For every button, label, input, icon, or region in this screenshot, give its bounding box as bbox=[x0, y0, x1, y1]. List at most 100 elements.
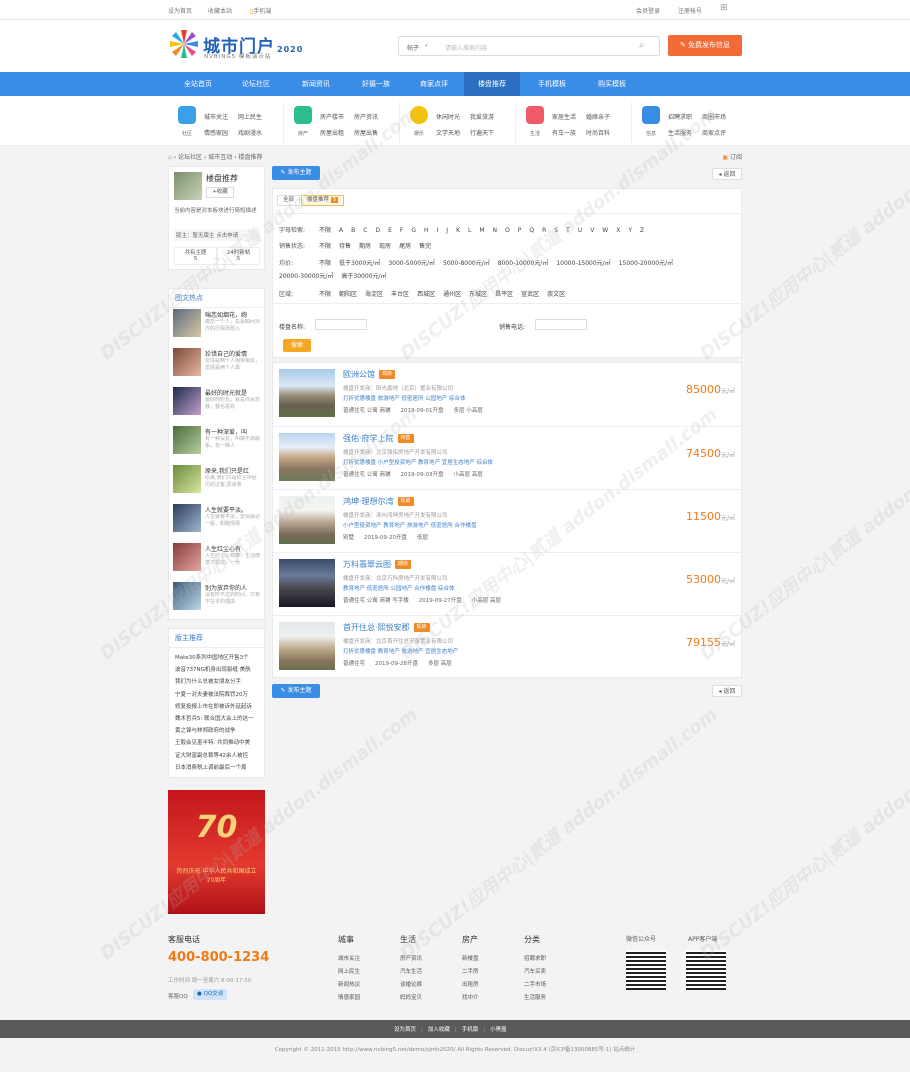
category-link[interactable]: 休闲时光 bbox=[436, 112, 460, 121]
category-link[interactable]: 房屋出售 bbox=[354, 128, 378, 137]
footer-link[interactable]: 二手市场 bbox=[524, 980, 546, 988]
status-option[interactable]: 期房 bbox=[359, 241, 371, 250]
category-link[interactable]: 招聘求职 bbox=[668, 112, 692, 121]
footer-bar-link[interactable]: 小黑屋 bbox=[490, 1027, 507, 1033]
hot-topic-title[interactable]: 人生就要平淡。 bbox=[205, 505, 261, 514]
recommend-item[interactable]: 我们为什么总被女朋友分手 bbox=[175, 677, 261, 685]
letter-option[interactable]: D bbox=[375, 227, 380, 234]
nav-item-home[interactable]: 全站首页 bbox=[170, 72, 226, 96]
area-option[interactable]: 西城区 bbox=[417, 289, 435, 298]
status-option[interactable]: 售完 bbox=[419, 241, 431, 250]
footer-link[interactable]: 汽车买卖 bbox=[524, 967, 546, 975]
letter-option[interactable]: U bbox=[578, 227, 582, 234]
search-button[interactable]: 搜索 bbox=[283, 339, 311, 352]
listing-name[interactable]: 强佑·府学上院 bbox=[343, 434, 394, 443]
post-info-button[interactable]: ✎ 免费发布信息 bbox=[668, 35, 742, 56]
hot-topic-item[interactable]: 喘恋如烟花，绚 瘦恋一个人，总会瞬间对方的行踪而陷入 bbox=[173, 309, 261, 341]
bookmark-link[interactable]: 收藏本站 bbox=[208, 6, 232, 15]
listing-thumbnail[interactable] bbox=[279, 559, 335, 607]
hot-topic-title[interactable]: 珍惜自己的爱情 bbox=[205, 349, 261, 358]
logo-icon[interactable] bbox=[168, 28, 200, 60]
chevron-down-icon[interactable]: ▾ bbox=[425, 43, 428, 49]
anniversary-banner[interactable]: 70 热烈庆祝 中华人民共和国成立70周年 bbox=[168, 790, 265, 914]
area-option[interactable]: 海淀区 bbox=[365, 289, 383, 298]
nav-item-forum[interactable]: 论坛社区 bbox=[228, 72, 284, 96]
letter-option[interactable]: J bbox=[446, 227, 448, 234]
hot-topic-title[interactable]: 原来,我们只是红 bbox=[205, 466, 261, 475]
back-button-bottom[interactable]: ◂ 返回 bbox=[712, 685, 742, 697]
favorite-button[interactable]: +收藏 bbox=[206, 187, 234, 198]
listing-thumbnail[interactable] bbox=[279, 433, 335, 481]
home-icon[interactable]: ⌂ bbox=[168, 154, 172, 161]
nav-item-buy-template[interactable]: 购买模板 bbox=[584, 72, 640, 96]
grid-icon[interactable]: ⊞ bbox=[720, 3, 728, 13]
hot-topic-thumbnail[interactable] bbox=[173, 465, 201, 493]
letter-option[interactable]: S bbox=[554, 227, 558, 234]
category-link[interactable]: 房产楼市 bbox=[320, 112, 344, 121]
letter-option[interactable]: V bbox=[590, 227, 594, 234]
hot-topic-title[interactable]: 最好的时光就是 bbox=[205, 388, 261, 397]
footer-link[interactable]: 汽车生活 bbox=[400, 967, 422, 975]
hot-topic-item[interactable]: 最好的时光就是 最好的时光，就是你喜欢我，我也喜欢 bbox=[173, 387, 261, 419]
category-link[interactable]: 商家点评 bbox=[702, 128, 726, 137]
footer-link[interactable]: 房产资讯 bbox=[400, 954, 422, 962]
letter-option[interactable]: M bbox=[479, 227, 484, 234]
qq-chat-button[interactable]: ● QQ交谈 bbox=[193, 989, 228, 1000]
nav-item-news[interactable]: 新闻资讯 bbox=[288, 72, 344, 96]
listing-thumbnail[interactable] bbox=[279, 622, 335, 670]
nav-item-reviews[interactable]: 商家点评 bbox=[406, 72, 462, 96]
recommend-item[interactable]: 王毅会见墨半特: 共同推动中美 bbox=[175, 738, 261, 746]
search-icon[interactable]: ⌕ bbox=[639, 40, 645, 51]
area-option[interactable]: 昌平区 bbox=[495, 289, 513, 298]
hot-topic-title[interactable]: 有一种深爱，叫 bbox=[205, 427, 261, 436]
listing-name[interactable]: 万科翡翠云图 bbox=[343, 560, 391, 569]
letter-option[interactable]: H bbox=[424, 227, 429, 234]
footer-bar-link[interactable]: 手机版 bbox=[462, 1027, 479, 1033]
footer-link[interactable]: 谈婚论嫁 bbox=[400, 980, 422, 988]
register-link[interactable]: 注册帐号 bbox=[678, 6, 702, 15]
listing-name[interactable]: 欧洲公馆 bbox=[343, 370, 375, 379]
footer-bar-link[interactable]: 设为首页 bbox=[394, 1027, 416, 1033]
hot-topic-item[interactable]: 原来,我们只是红 原来,我们只是红尘中经历的过客,原来我 bbox=[173, 465, 261, 497]
hot-topic-title[interactable]: 别为放弃你的人 bbox=[205, 583, 261, 592]
hot-topic-thumbnail[interactable] bbox=[173, 348, 201, 376]
category-link[interactable]: 我爱旅游 bbox=[470, 112, 494, 121]
recommend-item[interactable]: 魏木哲兵5: 联合国大会上的这一 bbox=[175, 714, 261, 722]
footer-bar-link[interactable]: 加入收藏 bbox=[428, 1027, 450, 1033]
category-link[interactable]: 家居生活 bbox=[552, 112, 576, 121]
listing-thumbnail[interactable] bbox=[279, 496, 335, 544]
listing-title[interactable]: 鸿坤·理想尔湾 现房 bbox=[343, 496, 414, 507]
nav-item-property[interactable]: 楼盘推荐 bbox=[464, 72, 520, 96]
name-input[interactable] bbox=[315, 319, 367, 330]
letter-option[interactable]: A bbox=[339, 227, 343, 234]
status-option[interactable]: 现房 bbox=[379, 241, 391, 250]
category-link[interactable]: 情感家园 bbox=[204, 128, 228, 137]
moderator-info[interactable]: 版主：暂无版主 点击申请 bbox=[174, 229, 260, 241]
hot-topic-thumbnail[interactable] bbox=[173, 504, 201, 532]
letter-option[interactable]: C bbox=[363, 227, 367, 234]
tab-all[interactable]: 全部 bbox=[277, 195, 301, 206]
listing-thumbnail[interactable] bbox=[279, 369, 335, 417]
footer-link[interactable]: 找中介 bbox=[462, 993, 479, 1001]
area-option[interactable]: 东城区 bbox=[469, 289, 487, 298]
letter-option[interactable]: X bbox=[616, 227, 620, 234]
letter-option[interactable]: L bbox=[468, 227, 471, 234]
letter-option[interactable]: R bbox=[542, 227, 546, 234]
listing-title[interactable]: 万科翡翠云图 期房 bbox=[343, 559, 412, 570]
footer-link[interactable]: 城市关注 bbox=[338, 954, 360, 962]
hot-topic-thumbnail[interactable] bbox=[173, 309, 201, 337]
hot-topic-item[interactable]: 别为放弃你的人 没有所不过的时间，只有不在乎的理由 bbox=[173, 582, 261, 614]
footer-link[interactable]: 新闻热议 bbox=[338, 980, 360, 988]
footer-link[interactable]: 出租房 bbox=[462, 980, 479, 988]
hot-topic-thumbnail[interactable] bbox=[173, 543, 201, 571]
hot-topic-item[interactable]: 人生红尘心有 人生红尘心有察，生活随意才愉快，一份 bbox=[173, 543, 261, 575]
listing-tags[interactable]: 打折优惠楼盘 小户型投资地产 教育地产 宜居生态地产 综合体 bbox=[343, 458, 493, 466]
breadcrumb-item[interactable]: 论坛社区 bbox=[178, 154, 202, 161]
category-link[interactable]: 婚嫁亲子 bbox=[586, 112, 610, 121]
post-topic-button-bottom[interactable]: ✎ 发布主题 bbox=[272, 684, 320, 698]
hot-topic-title[interactable]: 喘恋如烟花，绚 bbox=[205, 310, 261, 319]
category-link[interactable]: 商圈市场 bbox=[702, 112, 726, 121]
letter-option[interactable]: Q bbox=[529, 227, 534, 234]
area-option[interactable]: 朝阳区 bbox=[339, 289, 357, 298]
hot-topic-item[interactable]: 有一种深爱，叫 有一种深爱，叫做不再联系，有一种人 bbox=[173, 426, 261, 458]
